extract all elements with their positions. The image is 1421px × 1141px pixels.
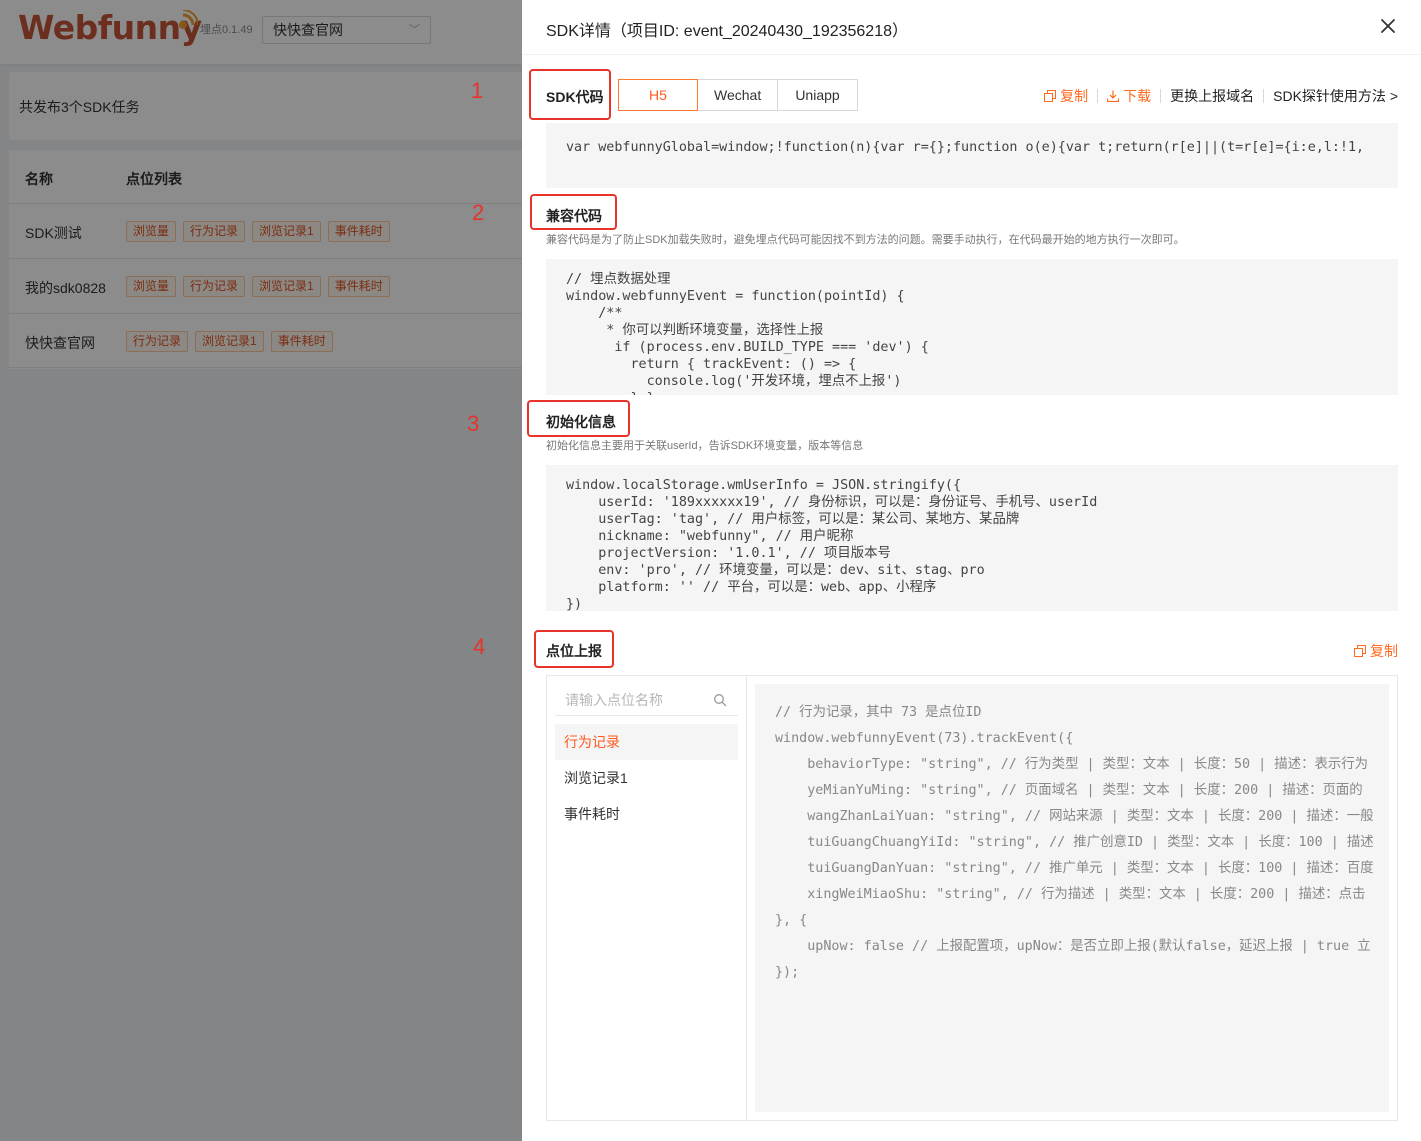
annotation-box-2 bbox=[530, 194, 617, 230]
tab-wechat[interactable]: Wechat bbox=[697, 79, 778, 111]
sdk-detail-drawer: SDK详情（项目ID: event_20240430_192356218） SD… bbox=[522, 0, 1421, 1141]
tab-h5[interactable]: H5 bbox=[618, 79, 698, 111]
copy-icon bbox=[1354, 645, 1366, 657]
close-icon[interactable] bbox=[1377, 15, 1399, 37]
annotation-number-2: 2 bbox=[472, 200, 485, 225]
point-list-panel: 行为记录 浏览记录1 事件耗时 bbox=[547, 676, 747, 1120]
point-search-input[interactable] bbox=[555, 684, 738, 716]
annotation-number-4: 4 bbox=[473, 634, 486, 659]
annotation-number-1: 1 bbox=[471, 78, 484, 103]
compat-code-desc: 兼容代码是为了防止SDK加载失败时，避免埋点代码可能因找不到方法的问题。需要手动… bbox=[546, 234, 1185, 246]
download-sdk-button[interactable]: 下载 bbox=[1107, 86, 1151, 106]
download-label: 下载 bbox=[1123, 88, 1152, 104]
platform-tabs: H5 Wechat Uniapp bbox=[618, 79, 858, 111]
point-code-block[interactable]: // 行为记录，其中 73 是点位ID window.webfunnyEvent… bbox=[755, 684, 1389, 1112]
init-info-code-block[interactable]: window.localStorage.wmUserInfo = JSON.st… bbox=[546, 465, 1398, 611]
copy-label: 复制 bbox=[1060, 88, 1089, 104]
sdk-code-actions: 复制 下载 更换上报域名 SDK探针使用方法 > bbox=[1044, 86, 1398, 106]
drawer-header: SDK详情（项目ID: event_20240430_192356218） bbox=[522, 0, 1421, 55]
drawer-title: SDK详情（项目ID: event_20240430_192356218） bbox=[546, 23, 909, 40]
point-item-duration[interactable]: 事件耗时 bbox=[555, 796, 738, 832]
search-icon[interactable] bbox=[713, 693, 727, 707]
divider bbox=[1263, 89, 1265, 103]
point-item-behavior[interactable]: 行为记录 bbox=[555, 724, 738, 760]
annotation-number-3: 3 bbox=[467, 411, 480, 436]
download-icon bbox=[1107, 90, 1120, 102]
annotation-box-1 bbox=[529, 69, 611, 120]
probe-usage-link[interactable]: SDK探针使用方法 > bbox=[1273, 86, 1398, 106]
sdk-code-block[interactable]: var webfunnyGlobal=window;!function(n){v… bbox=[546, 123, 1398, 188]
tab-uniapp[interactable]: Uniapp bbox=[777, 79, 858, 111]
init-info-desc: 初始化信息主要用于关联userId，告诉SDK环境变量，版本等信息 bbox=[546, 440, 864, 452]
change-domain-link[interactable]: 更换上报域名 bbox=[1170, 86, 1254, 106]
point-report-panel: 行为记录 浏览记录1 事件耗时 // 行为记录，其中 73 是点位ID wind… bbox=[546, 675, 1398, 1121]
copy-sdk-button[interactable]: 复制 bbox=[1044, 86, 1088, 106]
copy-point-button[interactable]: 复制 bbox=[1354, 641, 1398, 661]
divider bbox=[1160, 89, 1162, 103]
compat-code-block[interactable]: // 埋点数据处理 window.webfunnyEvent = functio… bbox=[546, 259, 1398, 395]
annotation-box-3 bbox=[527, 400, 630, 437]
divider bbox=[1097, 89, 1099, 103]
point-item-browse[interactable]: 浏览记录1 bbox=[555, 760, 738, 796]
annotation-box-4 bbox=[534, 630, 614, 668]
copy-label: 复制 bbox=[1370, 643, 1398, 659]
copy-icon bbox=[1044, 90, 1057, 102]
